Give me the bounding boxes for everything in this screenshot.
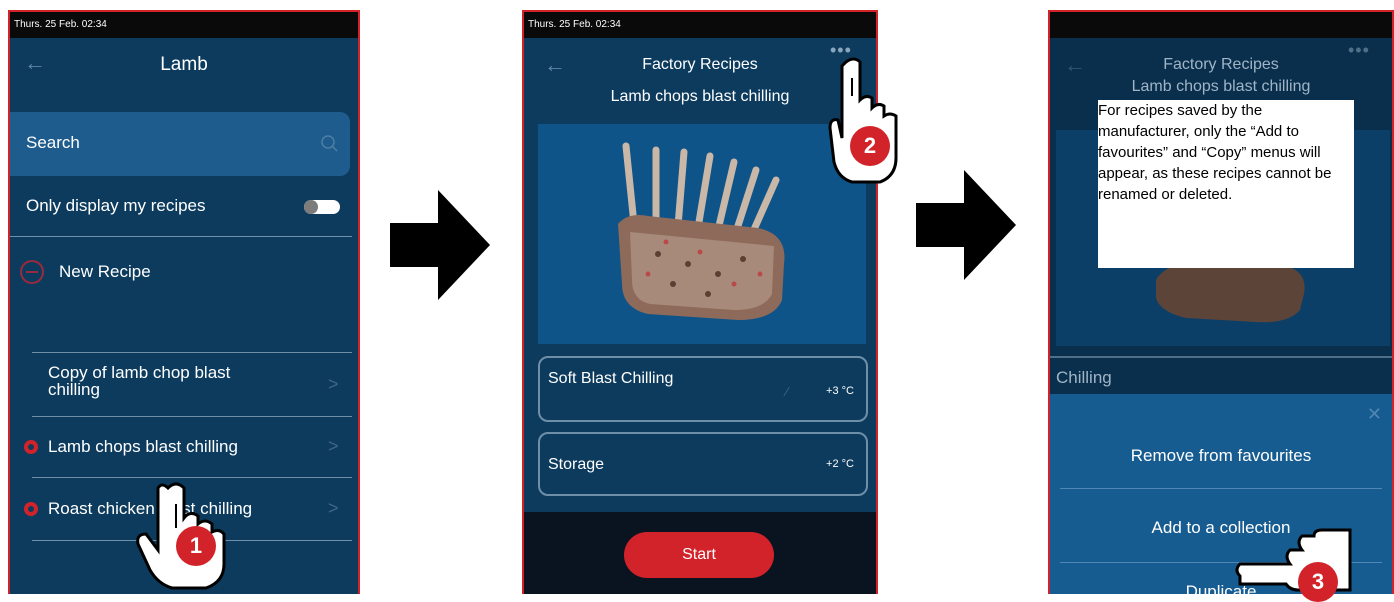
arrow-right-icon <box>916 170 1016 280</box>
add-icon[interactable] <box>20 260 44 284</box>
search-icon <box>321 135 338 152</box>
status-bar: Thurs. 25 Feb. 02:34 <box>10 12 358 38</box>
pointing-hand-icon <box>828 57 898 184</box>
recipe-item-lamb-chops[interactable]: Lamb chops blast chilling <box>48 437 238 457</box>
search-input[interactable]: Search <box>10 112 350 176</box>
chevron-right-icon: > <box>328 498 339 518</box>
lamb-rack-image <box>618 142 785 320</box>
phase-label: Soft Blast Chilling <box>548 370 674 387</box>
more-dots-icon[interactable]: ••• <box>1348 40 1370 61</box>
bottom-bar: Start <box>524 512 876 594</box>
factory-recipe-icon <box>24 502 38 516</box>
phase-card-soft-blast[interactable]: Soft Blast Chilling ∕ +3 °C <box>538 356 868 422</box>
phase-temp: +3 °C <box>826 385 854 397</box>
status-bar: Thurs. 25 Feb. 02:34 <box>524 12 876 38</box>
phase-label: Chilling <box>1056 368 1112 387</box>
step-badge: 3 <box>1298 562 1338 602</box>
chevron-right-icon: > <box>328 436 339 456</box>
recipe-image <box>538 124 866 344</box>
phase-card-partial: Chilling <box>1050 356 1392 398</box>
step-badge: 1 <box>176 526 216 566</box>
only-my-recipes-toggle[interactable] <box>304 200 340 214</box>
search-placeholder: Search <box>26 133 80 152</box>
divider <box>32 352 352 353</box>
phase-card-storage[interactable]: Storage +2 °C <box>538 432 868 496</box>
screen-recipe-menu: ← Factory Recipes Lamb chops blast chill… <box>1048 10 1394 594</box>
divider <box>32 416 352 417</box>
divider <box>10 236 352 237</box>
screen-recipe-detail: Thurs. 25 Feb. 02:34 ← Factory Recipes L… <box>522 10 878 594</box>
close-icon[interactable]: ✕ <box>1367 404 1382 425</box>
divider <box>1060 488 1382 489</box>
phase-label: Storage <box>548 456 605 473</box>
chevron-right-icon: > <box>328 374 339 394</box>
page-title: Factory Recipes <box>642 56 758 73</box>
step-badge: 2 <box>850 126 890 166</box>
probe-icon: ∕ <box>786 384 789 399</box>
page-title: Lamb <box>160 54 208 75</box>
only-my-recipes-label: Only display my recipes <box>26 196 206 215</box>
phase-temp: +2 °C <box>826 458 854 470</box>
start-button[interactable]: Start <box>624 532 774 578</box>
arrow-right-icon <box>390 190 490 300</box>
new-recipe-button[interactable]: New Recipe <box>59 262 151 282</box>
factory-recipe-icon <box>24 440 38 454</box>
status-bar <box>1050 12 1392 38</box>
page-title: Factory Recipes <box>1163 56 1279 73</box>
info-note: For recipes saved by the manufacturer, o… <box>1098 100 1354 268</box>
menu-remove-favourites[interactable]: Remove from favourites <box>1050 446 1392 466</box>
recipe-subtitle: Lamb chops blast chilling <box>1131 78 1311 95</box>
recipe-item-copy-lamb[interactable]: Copy of lamb chop blast chilling <box>48 364 268 398</box>
recipe-subtitle: Lamb chops blast chilling <box>610 88 790 105</box>
